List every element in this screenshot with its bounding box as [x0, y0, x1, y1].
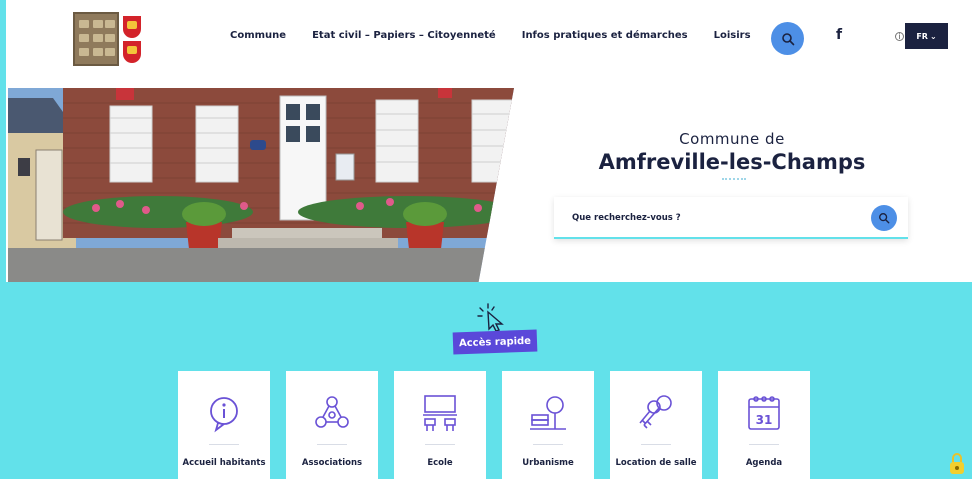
hero-town-hall-image [8, 88, 514, 282]
logo-photo [73, 12, 119, 66]
tile-divider [749, 444, 779, 445]
cursor-click-icon [477, 303, 504, 332]
info-icon[interactable]: i [895, 32, 904, 41]
tile-accueil-habitants[interactable]: Accueil habitants [178, 371, 270, 479]
town-hall-illustration [8, 88, 514, 282]
page: Commune Etat civil – Papiers – Citoyenne… [6, 0, 972, 479]
calendar-icon: 31 [748, 396, 780, 430]
facebook-icon[interactable]: f [836, 27, 842, 43]
tile-divider [533, 444, 563, 445]
tile-divider [641, 444, 671, 445]
tile-label: Location de salle [615, 458, 697, 468]
tile-agenda[interactable]: 31 Agenda [718, 371, 810, 479]
search-input[interactable] [572, 209, 842, 227]
tile-label: Urbanisme [522, 458, 574, 468]
nav-item-commune[interactable]: Commune [230, 30, 286, 41]
keys-icon [639, 395, 672, 429]
search-icon [879, 213, 890, 224]
chevron-down-icon: ⌄ [929, 31, 937, 41]
tile-location-de-salle[interactable]: Location de salle [610, 371, 702, 479]
tile-divider [209, 444, 239, 445]
tile-label: Associations [301, 458, 363, 468]
lock-icon[interactable] [948, 452, 966, 476]
hero-search-box [554, 197, 908, 239]
nav-item-infos-pratiques[interactable]: Infos pratiques et démarches [522, 30, 688, 41]
tile-label: Ecole [427, 458, 453, 468]
quick-access-tiles: Accueil habitants Associations Ecole Urb… [178, 371, 810, 479]
hero-title: Amfreville-les-Champs [598, 150, 866, 174]
tile-urbanisme[interactable]: Urbanisme [502, 371, 594, 479]
urbanism-icon [530, 396, 566, 430]
search-submit-button[interactable] [871, 205, 897, 231]
language-label: FR [916, 31, 928, 41]
calendar-day: 31 [756, 413, 773, 427]
tile-associations[interactable]: Associations [286, 371, 378, 479]
header-search-button[interactable] [771, 22, 804, 55]
nav-item-etat-civil[interactable]: Etat civil – Papiers – Citoyenneté [312, 30, 496, 41]
crest-top-icon [123, 16, 141, 38]
nav-item-loisirs[interactable]: Loisirs [714, 30, 751, 41]
search-icon [781, 32, 794, 45]
tile-divider [317, 444, 347, 445]
info-bubble-icon [210, 397, 238, 433]
site-logo[interactable] [73, 12, 149, 66]
main-nav: Commune Etat civil – Papiers – Citoyenne… [230, 30, 751, 41]
crest-bottom-icon [123, 41, 141, 63]
hero-divider [722, 178, 746, 181]
site-header: Commune Etat civil – Papiers – Citoyenne… [6, 0, 972, 88]
associations-icon [315, 396, 349, 428]
quick-access-label: Accès rapide [452, 329, 538, 355]
tile-divider [425, 444, 455, 445]
language-selector[interactable]: FR ⌄ [905, 23, 948, 49]
tile-ecole[interactable]: Ecole [394, 371, 486, 479]
tile-label: Accueil habitants [182, 458, 266, 468]
hero-subtitle: Commune de [679, 130, 785, 148]
school-icon [423, 395, 457, 431]
tile-label: Agenda [745, 458, 783, 468]
